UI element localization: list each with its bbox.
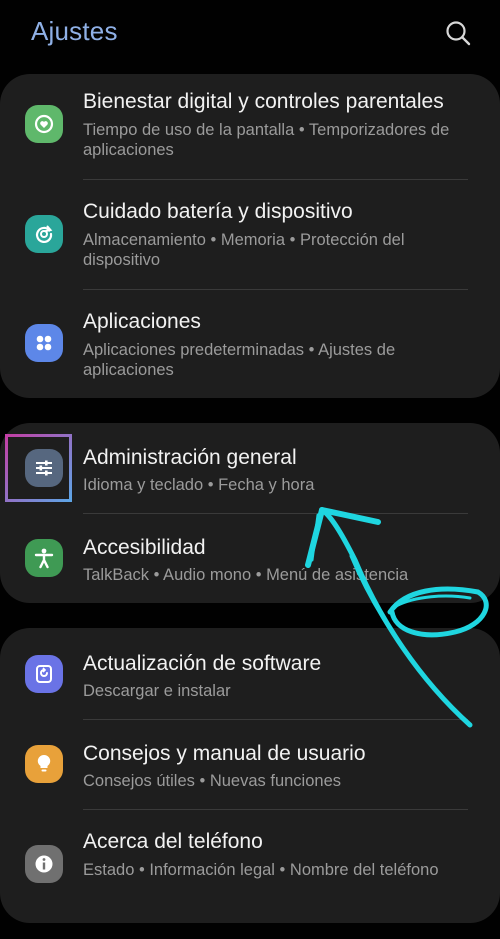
digital-wellbeing-icon: [25, 105, 63, 143]
settings-group-1: Bienestar digital y controles parentales…: [0, 74, 500, 398]
list-item-general-management[interactable]: Administración general Idioma y teclado …: [0, 423, 500, 513]
item-title: Acerca del teléfono: [83, 830, 263, 853]
search-icon: [446, 21, 471, 46]
item-subtitle: Almacenamiento • Memoria • Protección de…: [83, 231, 405, 269]
tips-icon: [25, 745, 63, 783]
item-subtitle: Aplicaciones predeterminadas • Ajustes d…: [83, 341, 396, 379]
item-title: Actualización de software: [83, 652, 322, 675]
item-subtitle: Descargar e instalar: [83, 682, 231, 700]
list-item-accessibility[interactable]: Accesibilidad TalkBack • Audio mono • Me…: [0, 514, 500, 603]
about-phone-icon: [25, 845, 63, 883]
item-subtitle: Idioma y teclado • Fecha y hora: [83, 476, 315, 494]
search-button[interactable]: [440, 15, 476, 51]
list-item-tips[interactable]: Consejos y manual de usuario Consejos út…: [0, 720, 500, 809]
item-title: Administración general: [83, 446, 297, 469]
item-title: Aplicaciones: [83, 310, 201, 333]
item-subtitle: Consejos útiles • Nuevas funciones: [83, 772, 341, 790]
app-header: Ajustes: [0, 0, 500, 70]
list-item-digital-wellbeing[interactable]: Bienestar digital y controles parentales…: [0, 74, 500, 180]
item-subtitle: TalkBack • Audio mono • Menú de asistenc…: [83, 566, 409, 584]
item-title: Bienestar digital y controles parentales: [83, 90, 444, 113]
item-title: Cuidado batería y dispositivo: [83, 200, 353, 223]
list-item-apps[interactable]: Aplicaciones Aplicaciones predeterminada…: [0, 290, 500, 398]
page-title: Ajustes: [31, 16, 118, 46]
settings-group-3: Actualización de software Descargar e in…: [0, 628, 500, 923]
device-care-icon: [25, 215, 63, 253]
accessibility-icon: [25, 539, 63, 577]
item-subtitle: Tiempo de uso de la pantalla • Temporiza…: [83, 121, 450, 159]
list-item-software-update[interactable]: Actualización de software Descargar e in…: [0, 628, 500, 719]
item-subtitle: Estado • Información legal • Nombre del …: [83, 861, 439, 879]
list-item-device-care[interactable]: Cuidado batería y dispositivo Almacenami…: [0, 180, 500, 290]
apps-icon: [25, 324, 63, 362]
item-title: Consejos y manual de usuario: [83, 742, 366, 765]
item-title: Accesibilidad: [83, 536, 206, 559]
software-update-icon: [25, 655, 63, 693]
list-item-about-phone[interactable]: Acerca del teléfono Estado • Información…: [0, 810, 500, 923]
settings-group-2: Administración general Idioma y teclado …: [0, 423, 500, 603]
highlight-box: [5, 434, 72, 502]
